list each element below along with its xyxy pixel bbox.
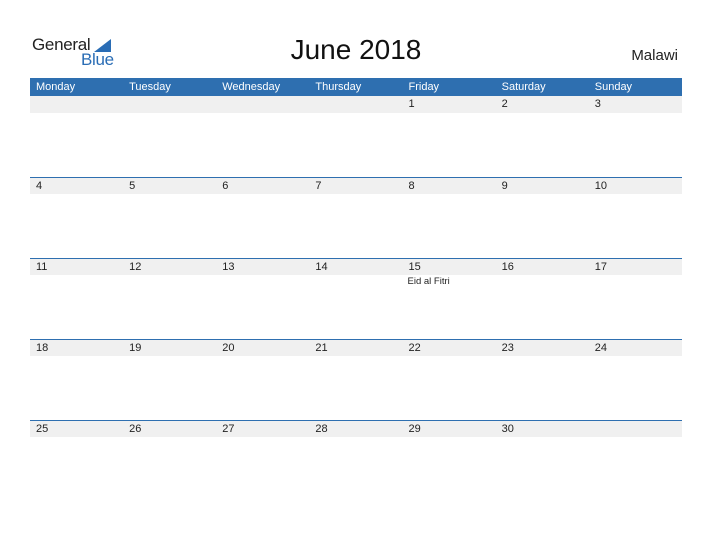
week-row: 11 12 13 14 15 16 17 Eid al Fitri [30, 258, 682, 339]
holiday-event: Eid al Fitri [407, 276, 450, 287]
day-number: 16 [501, 261, 514, 273]
week-row: 18 19 20 21 22 23 24 [30, 339, 682, 420]
day-number: 8 [408, 180, 415, 192]
holiday-event [589, 275, 682, 289]
weekday-saturday: Saturday [501, 81, 546, 93]
day-number [216, 96, 309, 113]
holiday-event [309, 275, 402, 289]
weekday-header: Monday Tuesday Wednesday Thursday Friday… [30, 78, 682, 96]
day-number: 1 [408, 98, 415, 110]
day-number-band: 4 5 6 7 8 9 10 [30, 177, 682, 194]
day-number: 26 [129, 423, 142, 435]
day-number: 14 [315, 261, 328, 273]
day-number: 27 [222, 423, 235, 435]
day-number: 11 [36, 261, 48, 273]
day-number-band: 18 19 20 21 22 23 24 [30, 339, 682, 356]
calendar-title: June 2018 [290, 34, 422, 65]
weekday-thursday: Thursday [315, 81, 362, 93]
day-number: 28 [315, 423, 328, 435]
weekday-wednesday: Wednesday [222, 81, 281, 93]
holiday-event [216, 275, 309, 289]
day-number: 25 [36, 423, 49, 435]
day-number-band: 11 12 13 14 15 16 17 [30, 258, 682, 275]
day-number: 6 [222, 180, 229, 192]
weekday-friday: Friday [408, 81, 440, 93]
week-row: 4 5 6 7 8 9 10 [30, 177, 682, 258]
day-number: 15 [408, 261, 421, 273]
day-number: 2 [501, 98, 508, 110]
day-number [30, 96, 123, 113]
day-number: 21 [315, 342, 328, 354]
day-number: 20 [222, 342, 235, 354]
holiday-event [30, 275, 123, 289]
day-number: 29 [408, 423, 421, 435]
day-number: 18 [36, 342, 49, 354]
day-number: 5 [129, 180, 136, 192]
holiday-event [123, 275, 216, 289]
weekday-sunday: Sunday [594, 81, 633, 93]
day-number: 24 [594, 342, 607, 354]
day-number [123, 96, 216, 113]
week-row: 1 2 3 [30, 96, 682, 177]
day-number: 7 [315, 180, 322, 192]
weekday-tuesday: Tuesday [129, 81, 171, 93]
day-number [589, 421, 682, 437]
day-number: 13 [222, 261, 235, 273]
day-number: 23 [501, 342, 514, 354]
day-number: 4 [36, 180, 43, 192]
day-number: 30 [501, 423, 514, 435]
weekday-monday: Monday [36, 81, 76, 93]
country-label: Malawi [631, 47, 678, 64]
day-number: 3 [594, 98, 601, 110]
day-number [309, 96, 402, 113]
day-number-band: 25 26 27 28 29 30 [30, 420, 682, 437]
day-number: 19 [129, 342, 142, 354]
day-number-band: 1 2 3 [30, 96, 682, 113]
calendar-grid: Monday Tuesday Wednesday Thursday Friday… [30, 78, 682, 501]
events-row: Eid al Fitri [30, 275, 682, 289]
holiday-event [496, 275, 589, 289]
day-number: 12 [129, 261, 142, 273]
week-row: 25 26 27 28 29 30 [30, 420, 682, 501]
day-number: 17 [594, 261, 607, 273]
day-number: 22 [408, 342, 421, 354]
day-number: 9 [501, 180, 508, 192]
day-number: 10 [594, 180, 607, 192]
